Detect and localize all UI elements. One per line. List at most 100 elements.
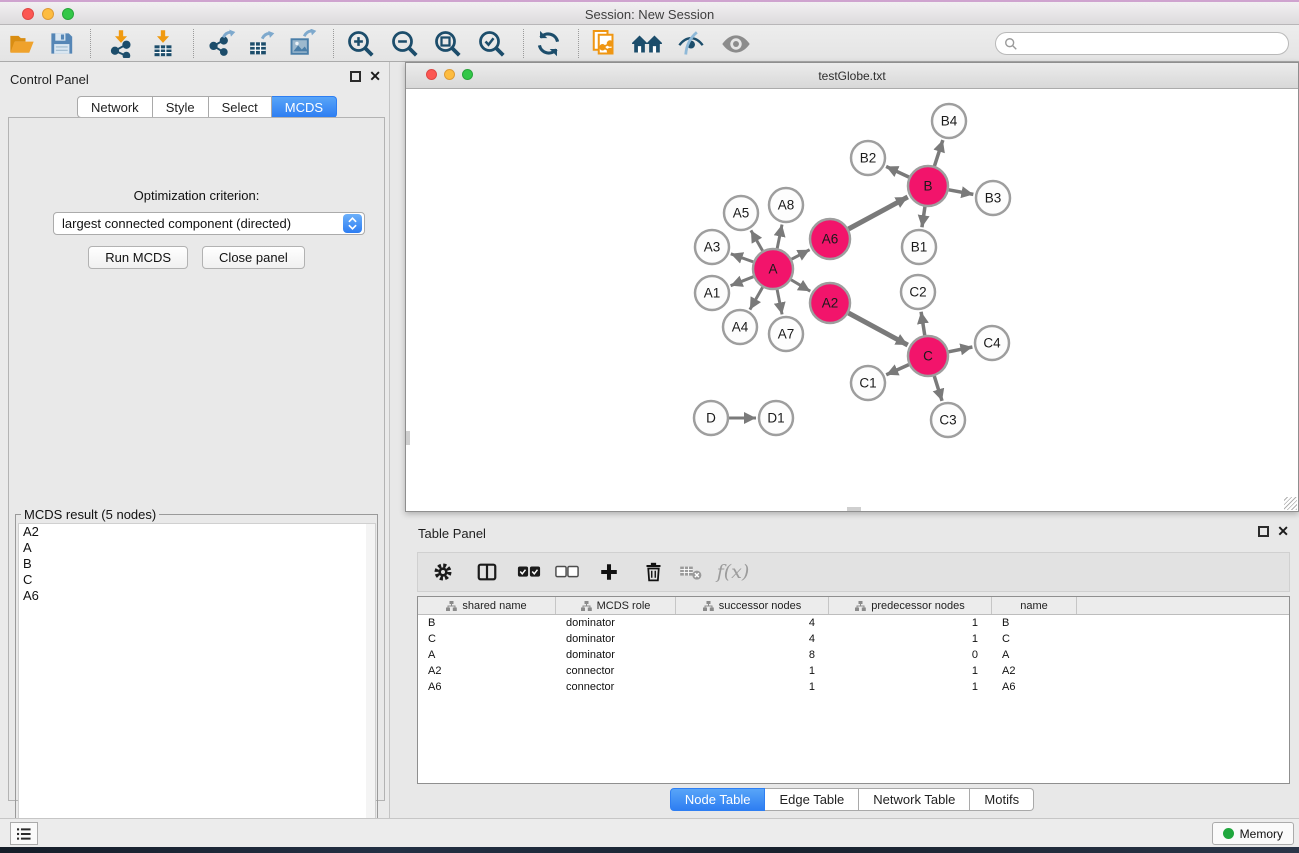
import-table-button[interactable] — [144, 27, 182, 60]
column-header-successor-nodes[interactable]: successor nodes — [676, 597, 829, 614]
graph-edge-C-C2[interactable] — [921, 312, 925, 335]
table-tab-node-table[interactable]: Node Table — [670, 788, 766, 811]
table-cell[interactable]: 1 — [829, 679, 992, 695]
table-cell[interactable]: C — [418, 631, 556, 647]
table-options-button[interactable] — [424, 554, 462, 590]
column-header-name[interactable]: name — [992, 597, 1077, 614]
table-tab-motifs[interactable]: Motifs — [970, 788, 1034, 811]
close-table-panel-icon[interactable]: ✕ — [1277, 526, 1289, 537]
table-cell[interactable]: 1 — [676, 679, 829, 695]
graph-node-A2[interactable]: A2 — [810, 283, 850, 323]
zoom-selected-button[interactable] — [473, 27, 511, 60]
import-network-button[interactable] — [102, 27, 140, 60]
table-cell[interactable]: 1 — [829, 615, 992, 631]
table-cell[interactable]: dominator — [556, 647, 676, 663]
table-cell[interactable]: C — [992, 631, 1077, 647]
table-cell[interactable]: 0 — [829, 647, 992, 663]
control-tab-style[interactable]: Style — [153, 96, 209, 118]
graph-node-A[interactable]: A — [753, 249, 793, 289]
home-button[interactable] — [628, 27, 666, 60]
table-cell[interactable]: 1 — [829, 663, 992, 679]
table-cell[interactable]: connector — [556, 663, 676, 679]
graph-node-B3[interactable]: B3 — [976, 181, 1010, 215]
table-row[interactable]: Cdominator41C — [418, 631, 1289, 647]
graph-node-C3[interactable]: C3 — [931, 403, 965, 437]
table-cell[interactable]: A6 — [992, 679, 1077, 695]
table-cell[interactable]: B — [418, 615, 556, 631]
table-cell[interactable]: 1 — [676, 663, 829, 679]
graph-node-D[interactable]: D — [694, 401, 728, 435]
search-field[interactable] — [995, 32, 1289, 55]
column-header-MCDS-role[interactable]: MCDS role — [556, 597, 676, 614]
result-item[interactable]: A6 — [19, 588, 375, 604]
graph-edge-B-B2[interactable] — [886, 166, 909, 177]
run-mcds-button[interactable]: Run MCDS — [88, 246, 188, 269]
table-cell[interactable]: 4 — [676, 615, 829, 631]
graph-edge-B-B1[interactable] — [922, 207, 925, 227]
export-image-button[interactable] — [284, 27, 322, 60]
graph-edge-A-A1[interactable] — [731, 277, 754, 286]
graph-node-B4[interactable]: B4 — [932, 104, 966, 138]
column-header-shared-name[interactable]: shared name — [418, 597, 556, 614]
table-cell[interactable]: 1 — [829, 631, 992, 647]
zoom-in-button[interactable] — [342, 27, 380, 60]
result-item[interactable]: A — [19, 540, 375, 556]
search-input[interactable] — [1018, 35, 1288, 53]
function-builder-button[interactable]: f(x) — [714, 554, 752, 590]
zoom-out-button[interactable] — [386, 27, 424, 60]
new-network-from-selection-button[interactable] — [586, 27, 624, 60]
graph-node-D1[interactable]: D1 — [759, 401, 793, 435]
float-panel-icon[interactable] — [350, 71, 361, 82]
graph-edge-B-B4[interactable] — [934, 140, 942, 166]
graph-node-A3[interactable]: A3 — [695, 230, 729, 264]
graph-node-A4[interactable]: A4 — [723, 310, 757, 344]
table-cell[interactable]: dominator — [556, 615, 676, 631]
select-all-columns-button[interactable] — [510, 554, 548, 590]
graph-edge-C-C1[interactable] — [886, 365, 909, 375]
table-row[interactable]: A6connector11A6 — [418, 679, 1289, 695]
refresh-button[interactable] — [529, 27, 567, 60]
open-session-button[interactable] — [3, 27, 41, 60]
control-tab-network[interactable]: Network — [77, 96, 153, 118]
graph-edge-A-A4[interactable] — [750, 287, 763, 309]
result-scrollbar[interactable] — [366, 524, 375, 849]
graph-node-A6[interactable]: A6 — [810, 219, 850, 259]
mcds-result-list[interactable]: A2ABCA6 — [18, 523, 376, 850]
table-cell[interactable]: A — [418, 647, 556, 663]
graph-edge-B-B3[interactable] — [949, 190, 974, 195]
export-table-button[interactable] — [242, 27, 280, 60]
close-panel-button[interactable]: Close panel — [202, 246, 305, 269]
zoom-fit-button[interactable] — [429, 27, 467, 60]
graph-node-B[interactable]: B — [908, 166, 948, 206]
table-row[interactable]: Adominator80A — [418, 647, 1289, 663]
control-tab-mcds[interactable]: MCDS — [272, 96, 337, 118]
graph-node-A5[interactable]: A5 — [724, 196, 758, 230]
control-tab-select[interactable]: Select — [209, 96, 272, 118]
table-row[interactable]: Bdominator41B — [418, 615, 1289, 631]
table-cell[interactable]: A6 — [418, 679, 556, 695]
graph-edge-C-C4[interactable] — [949, 347, 973, 352]
save-session-button[interactable] — [42, 27, 80, 60]
graph-edge-A-A7[interactable] — [777, 290, 782, 315]
optimization-criterion-select[interactable]: largest connected component (directed) — [53, 212, 365, 235]
export-network-button[interactable] — [203, 27, 241, 60]
graph-edge-A2-C[interactable] — [848, 313, 907, 345]
window-resize-grip[interactable] — [1284, 497, 1297, 510]
graph-edge-A-A6[interactable] — [792, 250, 810, 260]
table-cell[interactable]: A2 — [418, 663, 556, 679]
graph-node-A8[interactable]: A8 — [769, 188, 803, 222]
graph-node-B2[interactable]: B2 — [851, 141, 885, 175]
table-tab-network-table[interactable]: Network Table — [859, 788, 970, 811]
graph-edge-A-A2[interactable] — [791, 280, 810, 291]
result-item[interactable]: C — [19, 572, 375, 588]
graph-node-B1[interactable]: B1 — [902, 230, 936, 264]
table-cell[interactable]: A2 — [992, 663, 1077, 679]
memory-button[interactable]: Memory — [1212, 822, 1294, 845]
delete-table-button[interactable] — [672, 554, 710, 590]
table-cell[interactable]: connector — [556, 679, 676, 695]
graph-node-C2[interactable]: C2 — [901, 275, 935, 309]
network-window-titlebar[interactable]: testGlobe.txt — [406, 63, 1298, 89]
window-titlebar[interactable]: Session: New Session — [0, 2, 1299, 25]
float-table-panel-icon[interactable] — [1258, 526, 1269, 537]
table-cell[interactable]: 8 — [676, 647, 829, 663]
